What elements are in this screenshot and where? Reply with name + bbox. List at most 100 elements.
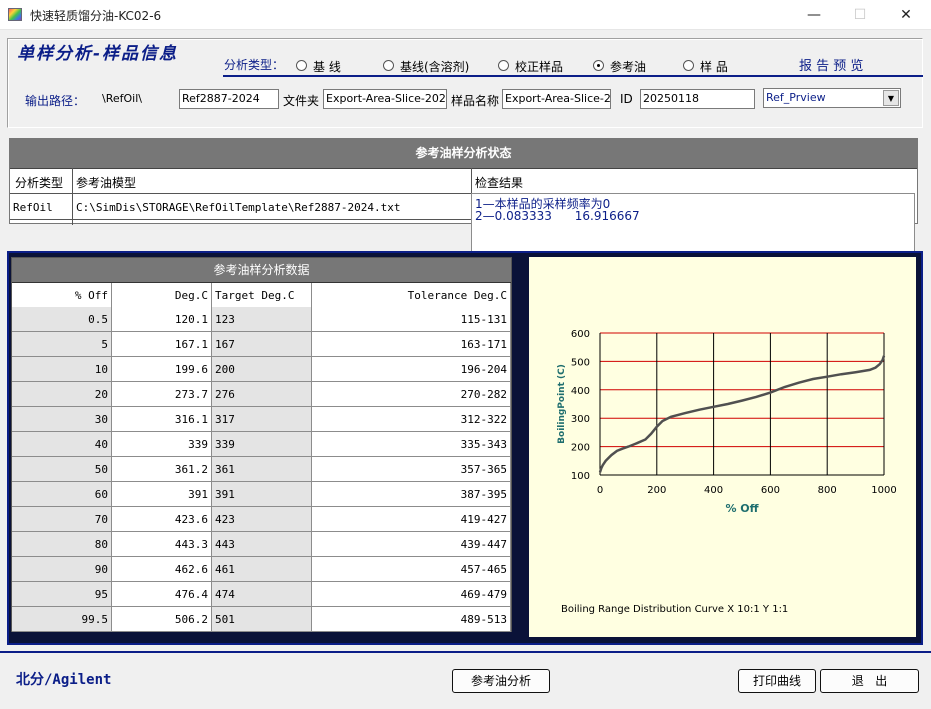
sample-name-input[interactable]: Export-Area-Slice-2026 — [502, 89, 611, 109]
table-cell: 476.4 — [112, 582, 212, 607]
radio-baseline-indicator[interactable] — [296, 60, 307, 71]
header-rule — [223, 75, 923, 77]
boiling-curve-line — [598, 355, 886, 473]
table-cell: 387-395 — [312, 482, 511, 507]
table-header-cell: Tolerance Deg.C — [312, 283, 511, 308]
print-curve-button[interactable]: 打印曲线 — [738, 669, 816, 693]
output-path-value: \RefOil\ — [102, 92, 142, 105]
status-row-bottom — [10, 219, 471, 220]
x-tick-label: 600 — [761, 485, 780, 496]
brand-label: 北分/Agilent — [16, 672, 112, 688]
sample-name-label: 样品名称 — [451, 94, 500, 108]
table-cell: 312-322 — [312, 407, 511, 432]
window-title: 快速轻质馏分油-KC02-6 — [30, 9, 162, 23]
report-template-value: Ref_Prview — [766, 91, 826, 104]
radio-reference-oil[interactable]: 参考油 — [593, 59, 663, 74]
radio-baseline-label: 基 线 — [313, 60, 341, 74]
radio-sample-indicator[interactable] — [683, 60, 694, 71]
table-cell: 474 — [212, 582, 312, 607]
report-template-select[interactable]: Ref_Prview ▼ — [763, 88, 901, 108]
table-row-percent-cell: 0.5 — [12, 307, 112, 332]
table-cell: 423.6 — [112, 507, 212, 532]
table-grid: % Off Deg.C Target Deg.C Tolerance Deg.C 0.5… — [12, 283, 511, 632]
chevron-down-icon[interactable]: ▼ — [883, 90, 899, 106]
table-cell: 439-447 — [312, 532, 511, 557]
table-cell: 443 — [212, 532, 312, 557]
table-header-cell: % Off — [12, 283, 112, 308]
x-axis-label: % Off — [725, 502, 758, 515]
table-cell: 273.7 — [112, 382, 212, 407]
table-cell: 200 — [212, 357, 312, 382]
id-input[interactable]: 20250118 — [640, 89, 755, 109]
x-tick-label: 1000 — [871, 485, 896, 496]
id-label: ID — [620, 92, 633, 106]
status-col-result: 检查结果 — [475, 176, 524, 190]
table-cell: 391 — [112, 482, 212, 507]
table-cell: 361 — [212, 457, 312, 482]
app-icon — [8, 8, 22, 21]
table-cell: 276 — [212, 382, 312, 407]
table-header-cell: Target Deg.C — [212, 283, 312, 308]
y-axis-label: BoilingPoint (C) — [557, 364, 567, 444]
exit-button[interactable]: 退 出 — [820, 669, 919, 693]
report-preview-link[interactable]: 报 告 预 览 — [799, 55, 863, 74]
table-cell: 361.2 — [112, 457, 212, 482]
status-sep-1 — [72, 168, 73, 225]
section-title: 单样分析-样品信息 — [17, 44, 179, 64]
x-tick-label: 400 — [704, 485, 723, 496]
x-tick-label: 0 — [597, 485, 603, 496]
radio-calibration-label: 校正样品 — [515, 60, 564, 74]
status-col-model: 参考油模型 — [76, 176, 137, 190]
y-tick-label: 200 — [571, 443, 590, 454]
table-row-percent-cell: 5 — [12, 332, 112, 357]
chart-caption: Boiling Range Distribution Curve X 10:1 … — [561, 604, 788, 615]
table-row-percent-cell: 20 — [12, 382, 112, 407]
table-row-percent-cell: 30 — [12, 407, 112, 432]
table-cell: 391 — [212, 482, 312, 507]
table-row-percent-cell: 95 — [12, 582, 112, 607]
table-cell: 317 — [212, 407, 312, 432]
radio-baseline-solvent[interactable]: 基线(含溶剂) — [383, 59, 483, 74]
radio-reference-oil-label: 参考油 — [610, 60, 647, 74]
export-input[interactable]: Export-Area-Slice-202601 — [323, 89, 447, 109]
table-row-percent-cell: 70 — [12, 507, 112, 532]
minimize-icon[interactable]: — — [791, 0, 837, 30]
table-row-percent-cell: 60 — [12, 482, 112, 507]
table-header-cell: Deg.C — [112, 283, 212, 308]
table-cell: 419-427 — [312, 507, 511, 532]
check-result-line-2: 2—0.083333 16.916667 — [475, 209, 640, 223]
table-row-percent-cell: 50 — [12, 457, 112, 482]
table-cell: 270-282 — [312, 382, 511, 407]
table-row-percent-cell: 90 — [12, 557, 112, 582]
status-row-divider — [10, 193, 471, 194]
table-cell: 339 — [112, 432, 212, 457]
table-row-percent-cell: 99.5 — [12, 607, 112, 632]
table-cell: 461 — [212, 557, 312, 582]
footer-rule — [0, 651, 931, 653]
status-title: 参考油样分析状态 — [10, 139, 917, 168]
radio-baseline-solvent-indicator[interactable] — [383, 60, 394, 71]
radio-calibration[interactable]: 校正样品 — [498, 59, 578, 74]
radio-baseline-solvent-label: 基线(含溶剂) — [400, 60, 470, 74]
radio-baseline[interactable]: 基 线 — [296, 59, 366, 74]
radio-sample-label: 样 品 — [700, 60, 728, 74]
table-title: 参考油样分析数据 — [12, 258, 511, 283]
radio-calibration-indicator[interactable] — [498, 60, 509, 71]
y-tick-label: 100 — [571, 471, 590, 482]
y-tick-label: 500 — [571, 357, 590, 368]
table-cell: 316.1 — [112, 407, 212, 432]
table-cell: 167 — [212, 332, 312, 357]
table-cell: 506.2 — [112, 607, 212, 632]
folder-input[interactable]: Ref2887-2024 — [179, 89, 279, 109]
table-cell: 120.1 — [112, 307, 212, 332]
sample-info-panel: 单样分析-样品信息 分析类型： 基 线 基线(含溶剂) 校正样品 参考油 样 品… — [7, 38, 923, 128]
radio-sample[interactable]: 样 品 — [683, 59, 743, 74]
x-tick-label: 800 — [818, 485, 837, 496]
ref-oil-analysis-button[interactable]: 参考油分析 — [452, 669, 550, 693]
maximize-icon[interactable]: ☐ — [837, 0, 883, 30]
table-cell: 163-171 — [312, 332, 511, 357]
close-icon[interactable]: ✕ — [883, 0, 929, 30]
status-divider — [10, 168, 917, 169]
radio-reference-oil-indicator[interactable] — [593, 60, 604, 71]
table-cell: 167.1 — [112, 332, 212, 357]
